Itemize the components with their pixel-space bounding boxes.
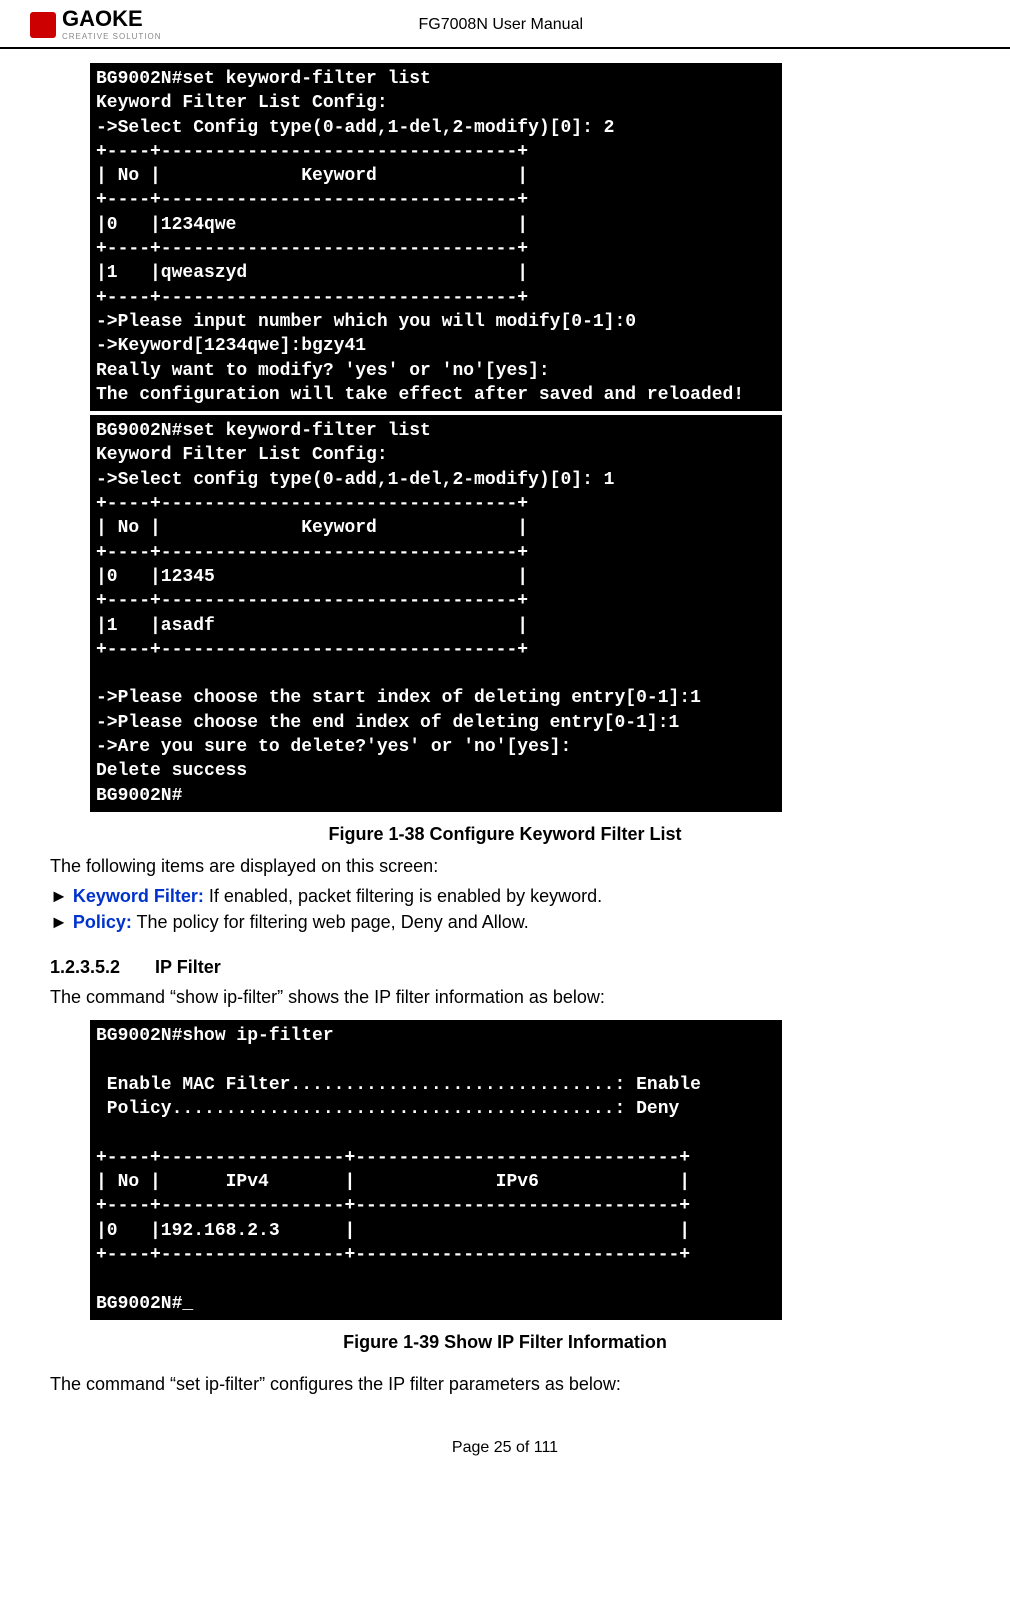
page-content: BG9002N#set keyword-filter list Keyword … <box>0 49 1010 1421</box>
terminal-output-3: BG9002N#show ip-filter Enable MAC Filter… <box>90 1020 782 1320</box>
body-text-2: The command “show ip-filter” shows the I… <box>50 984 960 1010</box>
logo-mark-icon <box>30 12 56 38</box>
doc-title: FG7008N User Manual <box>162 16 840 34</box>
bullet-keyword-filter: ► Keyword Filter: If enabled, packet fil… <box>50 883 960 909</box>
page-header: GAOKE CREATIVE SOLUTION FG7008N User Man… <box>0 0 1010 49</box>
bullet-label: Keyword Filter: <box>73 886 204 906</box>
body-text-1: The following items are displayed on thi… <box>50 853 960 879</box>
logo-text: GAOKE <box>62 6 143 31</box>
terminal-screenshot-3: BG9002N#show ip-filter Enable MAC Filter… <box>90 1020 782 1320</box>
terminal-output-2: BG9002N#set keyword-filter list Keyword … <box>90 415 782 812</box>
section-number: 1.2.3.5.2 <box>50 957 150 978</box>
figure-caption-2: Figure 1-39 Show IP Filter Information <box>50 1332 960 1353</box>
bullet-policy: ► Policy: The policy for filtering web p… <box>50 909 960 935</box>
terminal-screenshot-1: BG9002N#set keyword-filter list Keyword … <box>90 63 782 411</box>
logo-subtext: CREATIVE SOLUTION <box>62 33 162 41</box>
bullet-desc: If enabled, packet filtering is enabled … <box>204 886 602 906</box>
bullet-label: Policy: <box>73 912 132 932</box>
arrow-icon: ► <box>50 886 68 906</box>
body-text-3: The command “set ip-filter” configures t… <box>50 1371 960 1397</box>
section-title: IP Filter <box>155 957 221 977</box>
logo-text-wrap: GAOKE CREATIVE SOLUTION <box>62 8 162 41</box>
arrow-icon: ► <box>50 912 68 932</box>
section-heading-ip-filter: 1.2.3.5.2 IP Filter <box>50 957 960 978</box>
logo-block: GAOKE CREATIVE SOLUTION <box>30 8 162 41</box>
terminal-screenshot-2: BG9002N#set keyword-filter list Keyword … <box>90 415 782 812</box>
terminal-output-1: BG9002N#set keyword-filter list Keyword … <box>90 63 782 411</box>
figure-caption-1: Figure 1-38 Configure Keyword Filter Lis… <box>50 824 960 845</box>
bullet-desc: The policy for filtering web page, Deny … <box>132 912 529 932</box>
page-footer: Page 25 of 111 <box>0 1421 1010 1471</box>
